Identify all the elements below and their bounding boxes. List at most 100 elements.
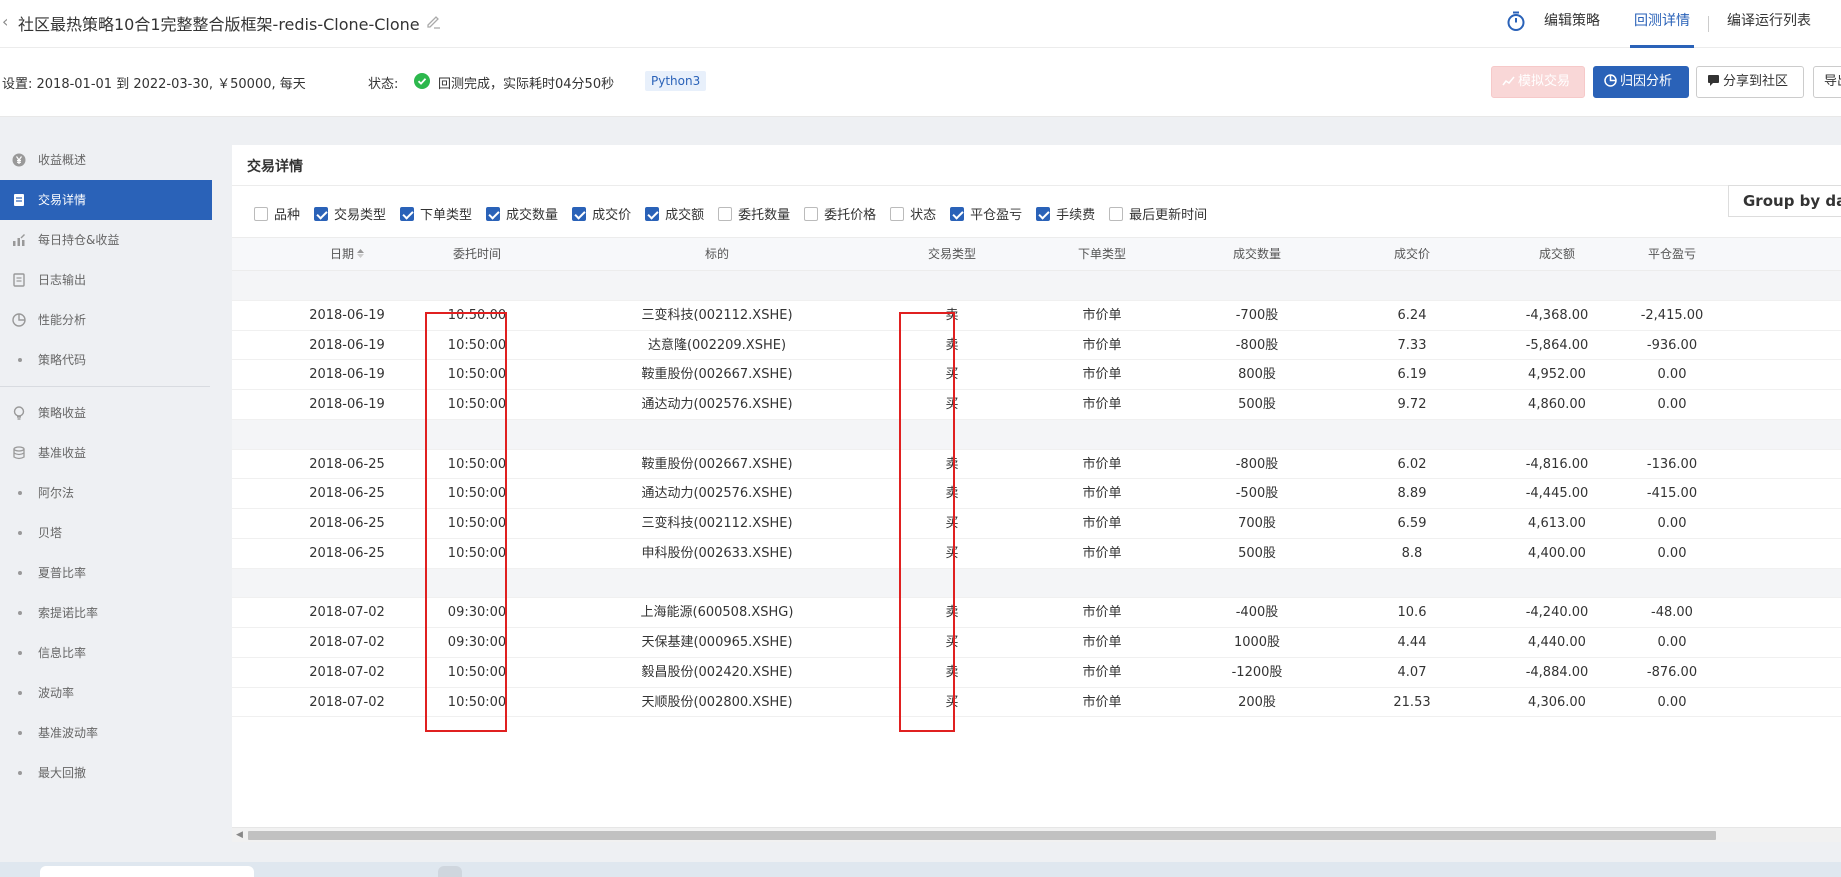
sidebar-item-performance[interactable]: 性能分析: [0, 300, 212, 340]
cell-date: 2018-06-19: [309, 367, 385, 383]
bullet-icon: [18, 771, 22, 775]
cell-order-type: 市价单: [1082, 307, 1122, 323]
sidebar-item-log-output[interactable]: 日志输出: [0, 260, 212, 300]
taskbar-item[interactable]: [40, 866, 254, 877]
bullet-icon: [18, 611, 22, 615]
group-separator-row: [232, 271, 1841, 301]
cell-filled-price: 4.07: [1397, 664, 1427, 680]
sidebar: 收益概述 交易详情 每日持仓&收益 日志输出 性能分析 策略代码 策略收益 基准…: [0, 140, 212, 793]
cell-symbol: 毅昌股份(002420.XSHE): [641, 664, 793, 680]
taskbar-item[interactable]: [438, 866, 462, 877]
cell-filled-price: 6.02: [1397, 456, 1427, 472]
filter-label: 平仓盈亏: [970, 208, 1023, 223]
attribution-analysis-button[interactable]: 归因分析: [1593, 66, 1689, 98]
cell-order-type: 市价单: [1082, 635, 1122, 650]
log-icon: [13, 273, 25, 287]
tab-compile-run-list[interactable]: 编译运行列表: [1723, 0, 1815, 48]
filter-checkbox[interactable]: 委托数量: [718, 204, 790, 223]
export-button[interactable]: 导出: [1813, 66, 1841, 98]
bullet-icon: [18, 651, 22, 655]
checkbox-unchecked-icon[interactable]: [254, 206, 268, 221]
horizontal-scrollbar[interactable]: ◀: [232, 827, 1841, 842]
cell-close-pnl: 0.00: [1657, 635, 1687, 650]
scroll-left-icon[interactable]: ◀: [236, 830, 243, 840]
sidebar-item-max-drawdown[interactable]: 最大回撤: [0, 753, 212, 793]
filter-checkbox[interactable]: 平仓盈亏: [950, 204, 1022, 223]
cell-symbol: 天顺股份(002800.XSHE): [641, 694, 793, 710]
cell-date: 2018-06-19: [309, 337, 385, 353]
cell-order-type: 市价单: [1082, 516, 1122, 531]
checkbox-unchecked-icon[interactable]: [804, 206, 819, 221]
checkbox-checked-icon[interactable]: [950, 206, 965, 221]
column-header-close-pnl: 平仓盈亏: [1647, 247, 1696, 261]
share-community-label: 分享到社区: [1723, 74, 1789, 89]
tab-backtest-detail[interactable]: 回测详情: [1630, 0, 1694, 48]
filter-checkbox[interactable]: 成交额: [645, 204, 704, 223]
tab-edit-strategy[interactable]: 编辑策略: [1540, 0, 1604, 48]
edit-icon[interactable]: [425, 12, 443, 30]
filter-checkbox[interactable]: 下单类型: [400, 204, 472, 223]
column-header-date[interactable]: 日期: [272, 238, 422, 270]
sidebar-item-strategy-code[interactable]: 策略代码: [0, 340, 212, 380]
sidebar-item-label: 信息比率: [38, 646, 87, 660]
group-by-button[interactable]: Group by date: [1728, 185, 1841, 217]
sidebar-item-label: 性能分析: [38, 313, 87, 327]
bulb-icon: [13, 406, 25, 420]
checkbox-checked-icon[interactable]: [645, 206, 660, 221]
sidebar-item-return-overview[interactable]: 收益概述: [0, 140, 212, 180]
sidebar-item-benchmark-volatility[interactable]: 基准波动率: [0, 713, 212, 753]
checkbox-unchecked-icon[interactable]: [718, 206, 733, 221]
filter-label: 交易类型: [334, 208, 387, 223]
filter-checkbox[interactable]: 最后更新时间: [1109, 204, 1207, 223]
sidebar-item-volatility[interactable]: 波动率: [0, 673, 212, 713]
sidebar-item-information-ratio[interactable]: 信息比率: [0, 633, 212, 673]
filter-checkbox[interactable]: 成交价: [572, 204, 631, 223]
cell-filled-qty: 500股: [1238, 545, 1276, 561]
filter-label: 下单类型: [420, 208, 473, 223]
cell-order-type: 市价单: [1082, 545, 1122, 561]
filter-checkbox[interactable]: 品种: [254, 204, 300, 223]
sort-icon[interactable]: [357, 249, 364, 258]
filter-checkbox[interactable]: 手续费: [1036, 204, 1095, 223]
panel-title: 交易详情: [247, 159, 303, 175]
filter-checkbox[interactable]: 成交数量: [486, 204, 558, 223]
checkbox-checked-icon[interactable]: [486, 206, 501, 221]
sidebar-item-strategy-return[interactable]: 策略收益: [0, 393, 212, 433]
attribution-analysis-label: 归因分析: [1620, 74, 1673, 89]
sidebar-item-trade-detail[interactable]: 交易详情: [0, 180, 212, 220]
nav-tabs: 编辑策略 回测详情 编译运行列表 回测: [1540, 0, 1841, 48]
filter-label: 手续费: [1056, 208, 1096, 223]
cell-order-type: 市价单: [1082, 664, 1122, 680]
sidebar-item-sharpe[interactable]: 夏普比率: [0, 553, 212, 593]
checkbox-checked-icon[interactable]: [400, 206, 415, 221]
checkbox-checked-icon[interactable]: [1036, 206, 1051, 221]
share-community-button[interactable]: 分享到社区: [1696, 66, 1804, 98]
bullet-icon: [18, 358, 22, 362]
checkbox-unchecked-icon[interactable]: [1109, 206, 1124, 221]
cell-symbol: 三变科技(002112.XSHE): [641, 516, 793, 531]
filter-checkbox[interactable]: 委托价格: [804, 204, 876, 223]
cell-close-pnl: -136.00: [1646, 456, 1698, 472]
cell-symbol: 鞍重股份(002667.XSHE): [641, 456, 793, 472]
filter-checkbox[interactable]: 状态: [890, 204, 936, 223]
filter-label: 品种: [274, 208, 301, 223]
sidebar-item-alpha[interactable]: 阿尔法: [0, 473, 212, 513]
sidebar-item-daily-positions[interactable]: 每日持仓&收益: [0, 220, 212, 260]
checkbox-unchecked-icon[interactable]: [890, 206, 905, 221]
cell-filled-price: 21.53: [1393, 694, 1431, 710]
sidebar-item-sortino[interactable]: 索提诺比率: [0, 593, 212, 633]
checkbox-checked-icon[interactable]: [314, 206, 329, 221]
cell-date: 2018-06-25: [309, 486, 385, 502]
simulate-trade-button[interactable]: 模拟交易: [1491, 66, 1585, 98]
cell-close-pnl: -48.00: [1651, 605, 1693, 621]
filter-checkbox[interactable]: 交易类型: [314, 204, 386, 223]
cell-date: 2018-07-02: [309, 635, 385, 650]
sidebar-item-benchmark-return[interactable]: 基准收益: [0, 433, 212, 473]
cell-symbol: 申科股份(002633.XSHE): [641, 545, 793, 561]
cell-filled-qty: -800股: [1235, 456, 1279, 472]
scrollbar-thumb[interactable]: [248, 831, 1716, 840]
chevron-left-icon[interactable]: ‹: [2, 12, 16, 32]
checkbox-checked-icon[interactable]: [572, 206, 587, 221]
highlight-box-order-time: [425, 312, 507, 732]
sidebar-item-beta[interactable]: 贝塔: [0, 513, 212, 553]
